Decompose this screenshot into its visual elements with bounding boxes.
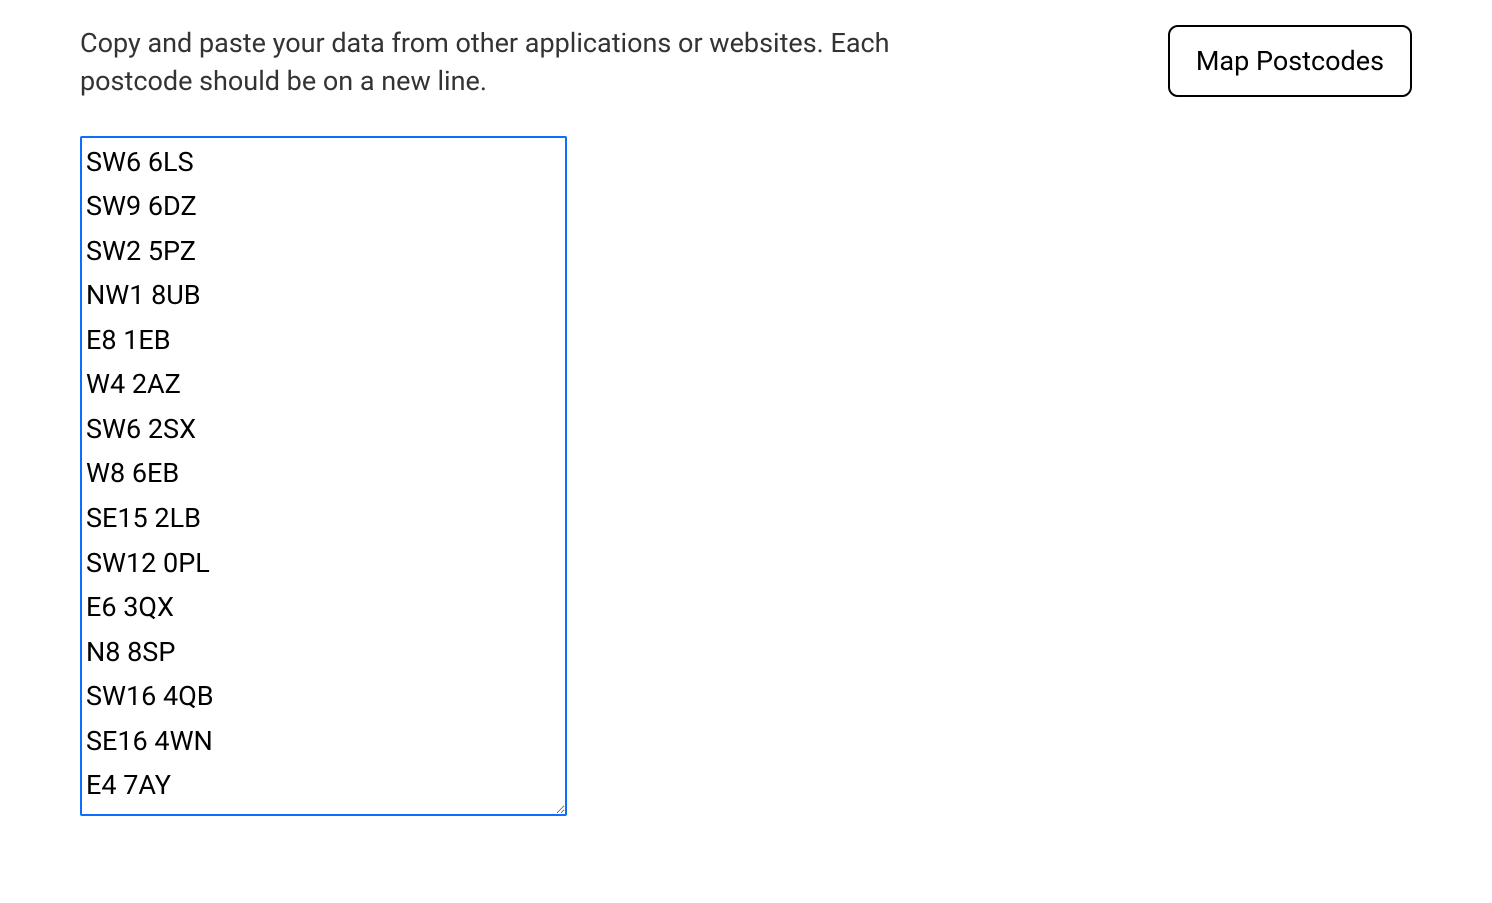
left-section: Copy and paste your data from other appl…: [80, 25, 1128, 820]
postcode-input[interactable]: [80, 136, 567, 816]
main-container: Copy and paste your data from other appl…: [80, 25, 1412, 820]
map-postcodes-button[interactable]: Map Postcodes: [1168, 25, 1412, 97]
instructions-text: Copy and paste your data from other appl…: [80, 25, 980, 101]
